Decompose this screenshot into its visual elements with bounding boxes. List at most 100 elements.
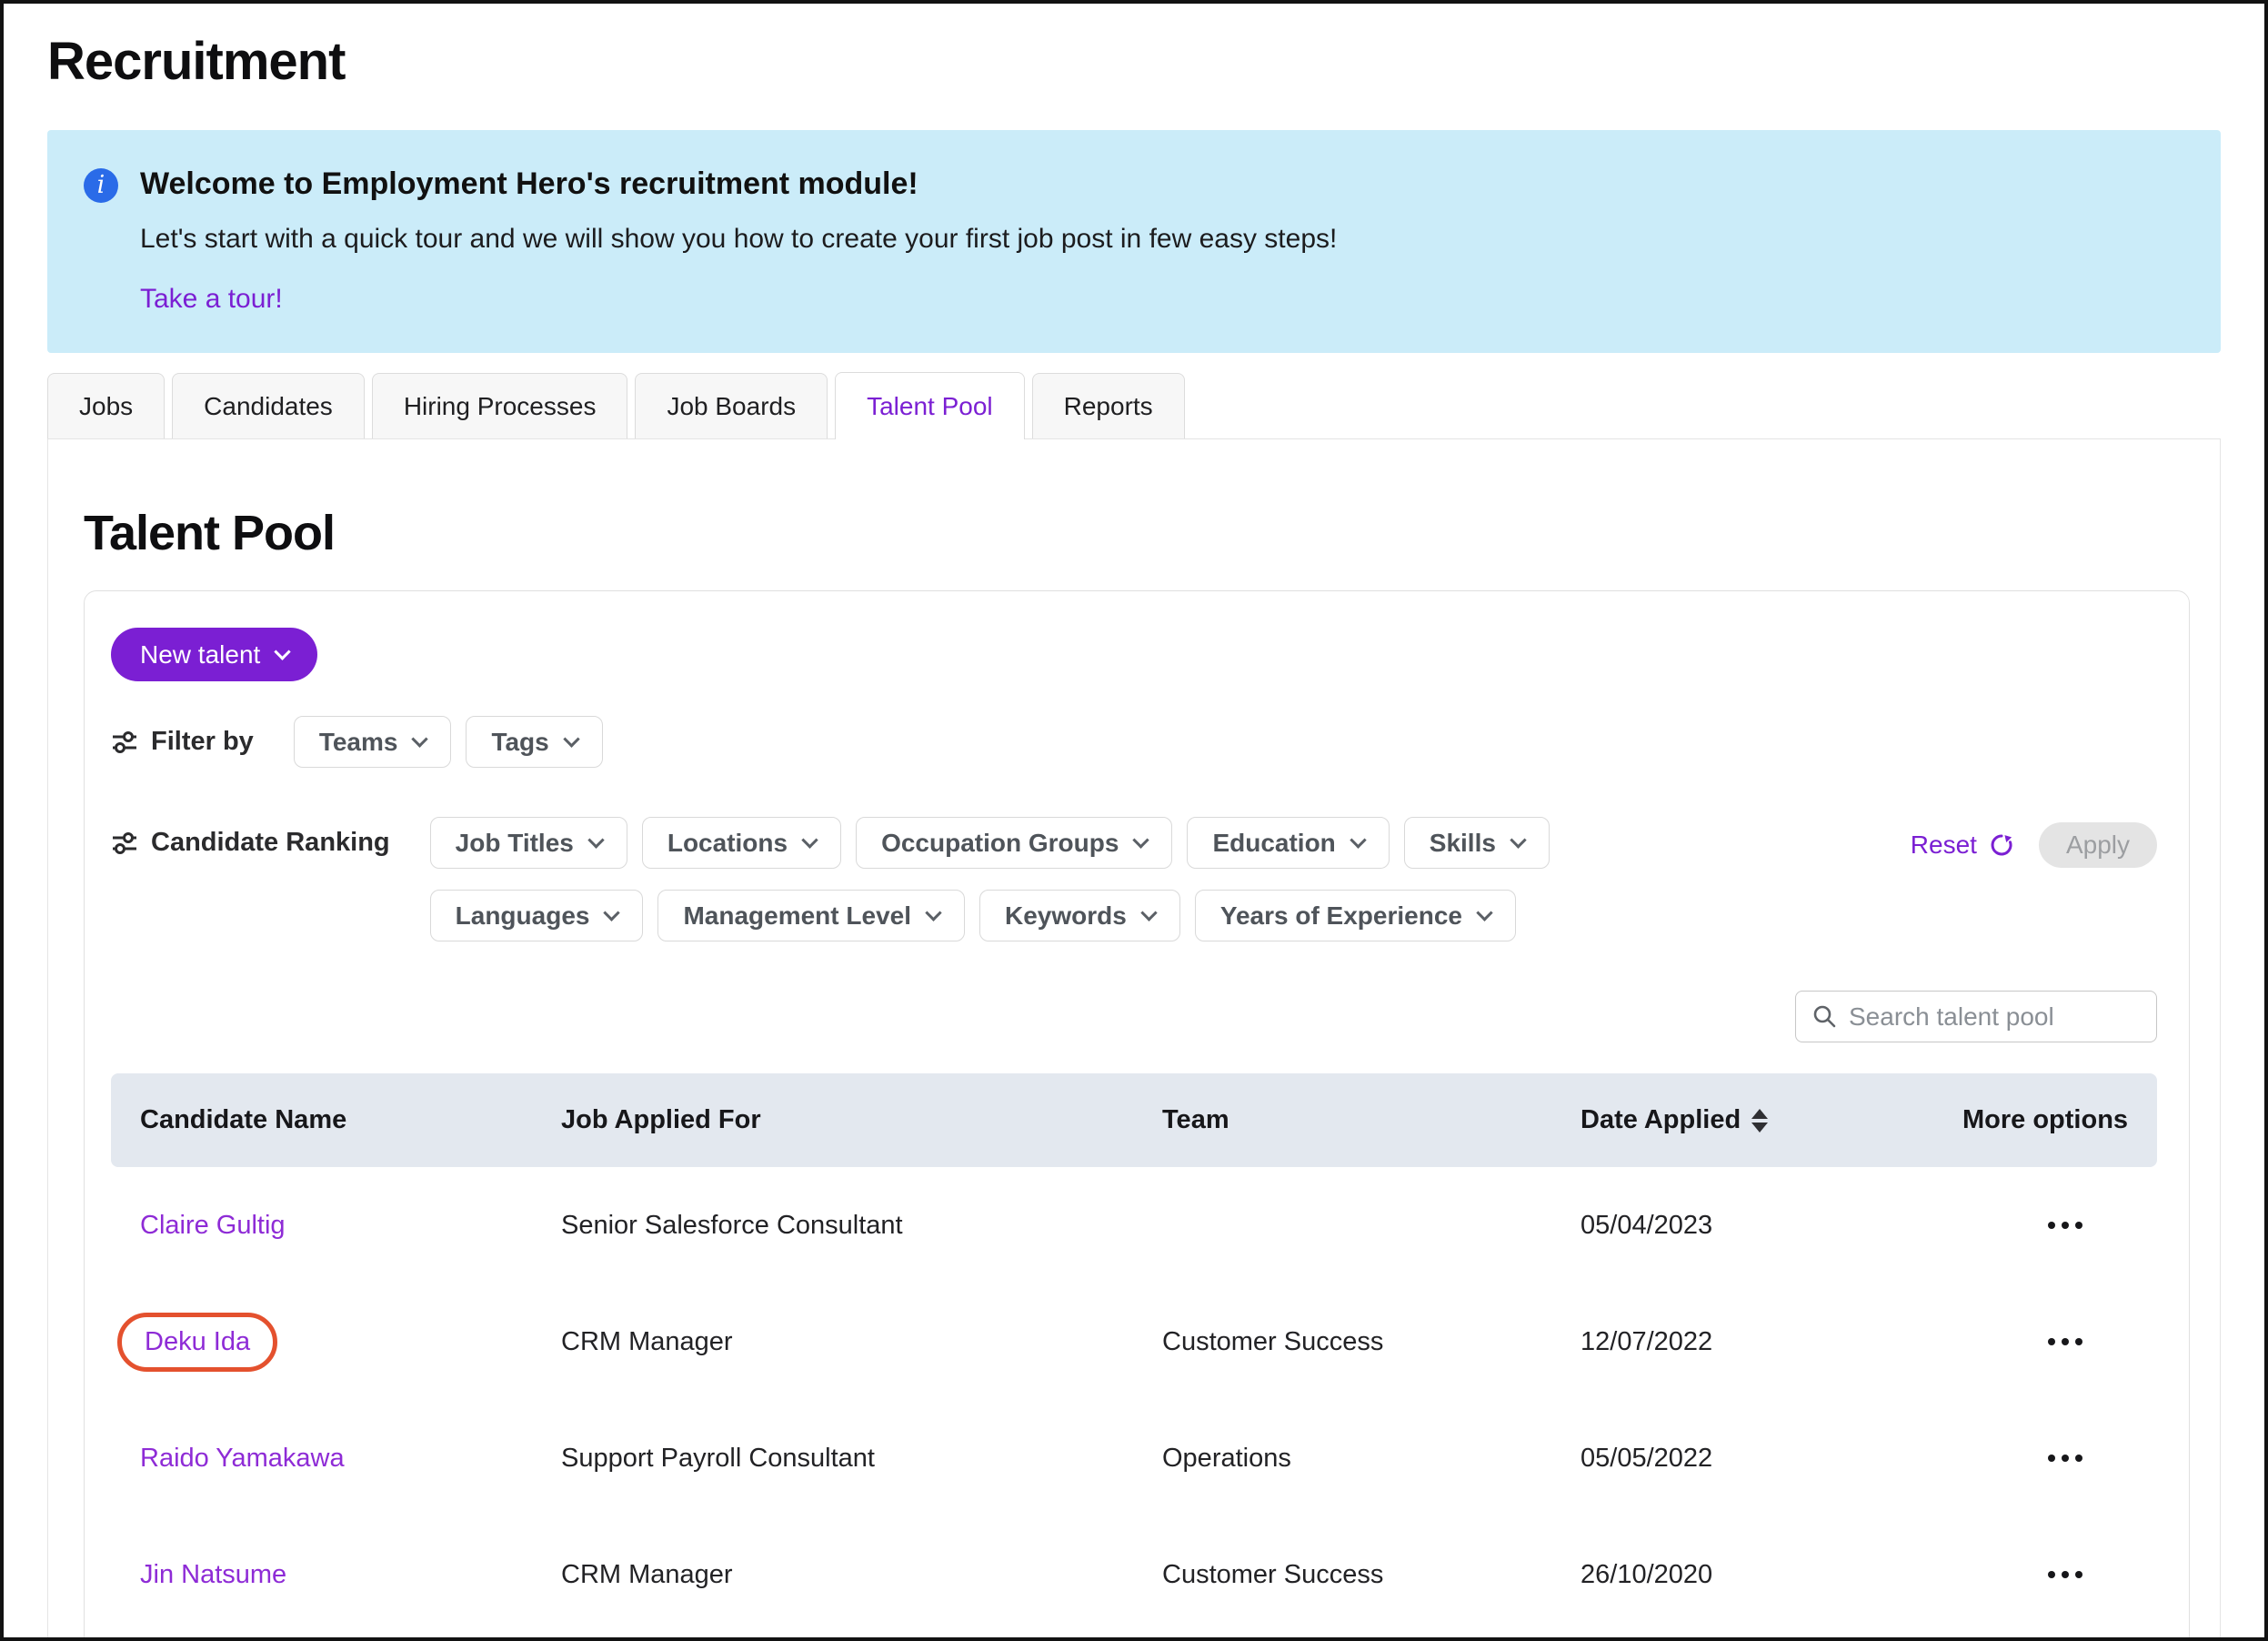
dropdown-occupation-groups-label: Occupation Groups (881, 829, 1119, 858)
dot-icon (2048, 1338, 2055, 1345)
dropdown-keywords-label: Keywords (1005, 901, 1127, 931)
sliders-icon (111, 830, 138, 857)
new-talent-label: New talent (140, 640, 260, 669)
dropdown-tags[interactable]: Tags (466, 716, 602, 768)
refresh-icon (1988, 831, 2015, 859)
chevron-down-icon (275, 643, 291, 659)
annotation-ellipse: Deku Ida (117, 1313, 277, 1372)
filter-chips: Teams Tags (294, 716, 603, 768)
tab-bar: Jobs Candidates Hiring Processes Job Boa… (47, 372, 2221, 438)
team-cell: Customer Success (1162, 1560, 1581, 1590)
tab-job-boards[interactable]: Job Boards (635, 373, 828, 438)
dropdown-locations[interactable]: Locations (642, 817, 841, 869)
more-options-button[interactable] (1962, 1516, 2168, 1633)
filter-by-label: Filter by (111, 727, 254, 757)
search-box (1795, 991, 2157, 1042)
dropdown-teams-label: Teams (319, 728, 398, 757)
dropdown-teams[interactable]: Teams (294, 716, 452, 768)
chevron-down-icon (1133, 831, 1149, 848)
job-applied-cell: Senior Salesforce Consultant (561, 1211, 1162, 1241)
dropdown-skills[interactable]: Skills (1404, 817, 1550, 869)
filter-by-row: Filter by Teams Tags (111, 716, 2157, 768)
dropdown-languages-label: Languages (456, 901, 590, 931)
reset-label: Reset (1911, 831, 1977, 860)
search-row (111, 991, 2157, 1042)
dropdown-locations-label: Locations (667, 829, 788, 858)
candidate-ranking-label: Candidate Ranking (111, 828, 390, 858)
candidate-ranking-row: Candidate Ranking Job Titles Locations O… (111, 817, 2157, 941)
dot-icon (2075, 1455, 2082, 1462)
search-input[interactable] (1795, 991, 2157, 1042)
dot-icon (2048, 1571, 2055, 1578)
dropdown-skills-label: Skills (1430, 829, 1496, 858)
dropdown-tags-label: Tags (491, 728, 548, 757)
table-row: Raido Yamakawa Support Payroll Consultan… (111, 1400, 2157, 1516)
chevron-down-icon (412, 730, 428, 747)
header-date-applied: Date Applied (1581, 1105, 1962, 1135)
dropdown-languages[interactable]: Languages (430, 890, 644, 941)
chevron-down-icon (925, 904, 941, 921)
chevron-down-icon (1350, 831, 1366, 848)
dropdown-management-level[interactable]: Management Level (657, 890, 965, 941)
team-cell: Customer Success (1162, 1327, 1581, 1357)
dropdown-education[interactable]: Education (1187, 817, 1389, 869)
chevron-down-icon (587, 831, 604, 848)
more-options-button[interactable] (1962, 1167, 2168, 1284)
chevron-down-icon (1476, 904, 1492, 921)
sort-up-arrow-icon (1751, 1109, 1768, 1119)
dropdown-occupation-groups[interactable]: Occupation Groups (856, 817, 1172, 869)
tab-reports[interactable]: Reports (1032, 373, 1185, 438)
apply-button[interactable]: Apply (2039, 822, 2157, 868)
sort-down-arrow-icon (1751, 1123, 1768, 1133)
candidate-name-link[interactable]: Claire Gultig (140, 1211, 286, 1240)
banner-body: Let's start with a quick tour and we wil… (140, 224, 1337, 255)
date-cell: 05/05/2022 (1581, 1444, 1962, 1474)
team-cell: Operations (1162, 1444, 1581, 1474)
tab-candidates[interactable]: Candidates (172, 373, 365, 438)
candidate-name-link[interactable]: Raido Yamakawa (140, 1444, 345, 1473)
table-row: Claire Gultig Senior Salesforce Consulta… (111, 1167, 2157, 1284)
table-header-row: Candidate Name Job Applied For Team Date… (111, 1073, 2157, 1167)
take-a-tour-link[interactable]: Take a tour! (140, 284, 283, 315)
job-applied-cell: CRM Manager (561, 1327, 1162, 1357)
dot-icon (2048, 1455, 2055, 1462)
dot-icon (2062, 1222, 2069, 1229)
recruitment-page: Recruitment i Welcome to Employment Hero… (0, 0, 2268, 1641)
dot-icon (2075, 1338, 2082, 1345)
welcome-banner: i Welcome to Employment Hero's recruitme… (47, 130, 2221, 353)
banner-heading: Welcome to Employment Hero's recruitment… (140, 166, 1337, 202)
table-row: Deku Ida CRM Manager Customer Success 12… (111, 1284, 2157, 1400)
sort-icon[interactable] (1751, 1109, 1768, 1133)
date-cell: 26/10/2020 (1581, 1560, 1962, 1590)
tab-jobs[interactable]: Jobs (47, 373, 165, 438)
candidate-ranking-text: Candidate Ranking (151, 828, 390, 858)
dropdown-keywords[interactable]: Keywords (979, 890, 1180, 941)
candidate-name-link[interactable]: Jin Natsume (140, 1560, 286, 1589)
candidate-name-link[interactable]: Deku Ida (145, 1327, 250, 1356)
header-date-applied-label: Date Applied (1581, 1105, 1741, 1135)
section-title: Talent Pool (84, 505, 2220, 561)
sliders-icon (111, 729, 138, 756)
new-talent-button[interactable]: New talent (111, 628, 317, 681)
dropdown-job-titles[interactable]: Job Titles (430, 817, 627, 869)
dropdown-education-label: Education (1212, 829, 1335, 858)
date-cell: 05/04/2023 (1581, 1211, 1962, 1241)
more-options-button[interactable] (1962, 1284, 2168, 1400)
banner-text: Welcome to Employment Hero's recruitment… (140, 166, 1337, 315)
header-more-options: More options (1962, 1105, 2168, 1135)
dot-icon (2048, 1222, 2055, 1229)
talent-pool-table: Candidate Name Job Applied For Team Date… (111, 1073, 2157, 1633)
ranking-chips: Job Titles Locations Occupation Groups E… (430, 817, 1767, 941)
dot-icon (2062, 1338, 2069, 1345)
reset-button[interactable]: Reset (1911, 831, 2015, 860)
more-options-button[interactable] (1962, 1400, 2168, 1516)
tab-talent-pool[interactable]: Talent Pool (835, 372, 1025, 439)
talent-pool-card: New talent Filter by Teams (84, 590, 2190, 1641)
job-applied-cell: Support Payroll Consultant (561, 1444, 1162, 1474)
dot-icon (2075, 1222, 2082, 1229)
chevron-down-icon (1510, 831, 1526, 848)
dropdown-years-of-experience[interactable]: Years of Experience (1195, 890, 1516, 941)
chevron-down-icon (1140, 904, 1157, 921)
chevron-down-icon (604, 904, 620, 921)
tab-hiring-processes[interactable]: Hiring Processes (372, 373, 628, 438)
